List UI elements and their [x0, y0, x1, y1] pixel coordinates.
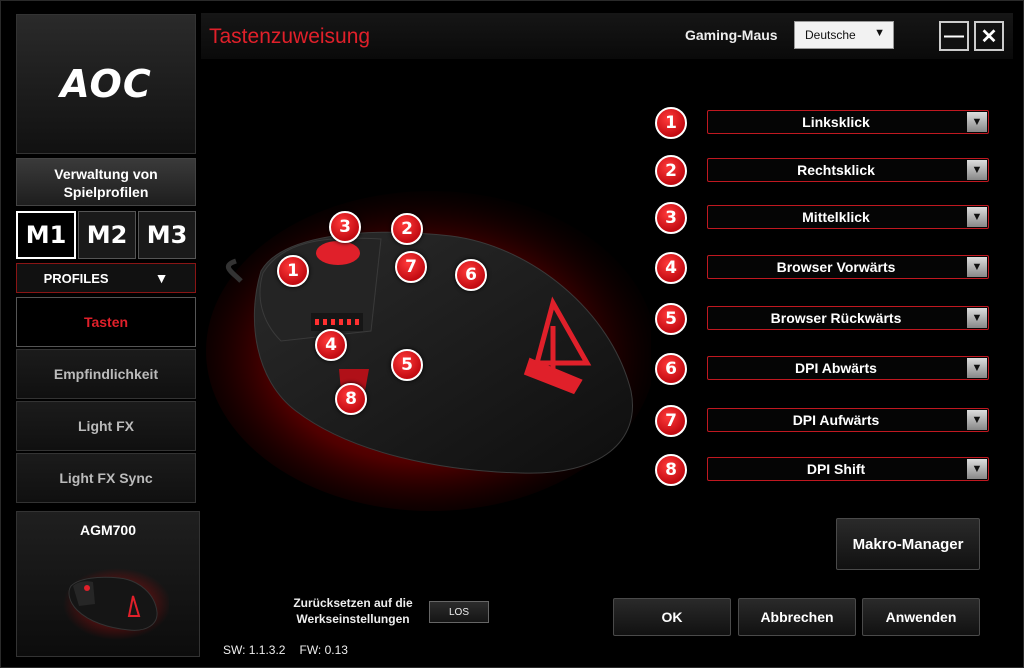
triangle-down-icon: ▼ — [154, 270, 169, 286]
callout-badge-1: 1 — [277, 255, 309, 287]
assignment-badge-7: 7 — [655, 405, 687, 437]
triangle-down-icon: ▼ — [967, 308, 987, 328]
close-button[interactable]: ✕ — [974, 21, 1004, 51]
assignment-value: Browser Vorwärts — [776, 259, 896, 275]
version-info: SW: 1.1.3.2 FW: 0.13 — [223, 643, 348, 657]
callout-badge-7: 7 — [395, 251, 427, 283]
assignment-select-7[interactable]: DPI Aufwärts ▼ — [707, 408, 989, 432]
callout-badge-8: 8 — [335, 383, 367, 415]
tab-m2[interactable]: M2 — [78, 211, 136, 259]
sidebar-item-sensitivity[interactable]: Empfindlichkeit — [16, 349, 196, 399]
factory-reset-button[interactable]: LOS — [429, 601, 489, 623]
assignment-badge-5: 5 — [655, 303, 687, 335]
assignment-select-3[interactable]: Mittelklick ▼ — [707, 205, 989, 229]
profiles-dropdown-label: PROFILES — [43, 270, 109, 286]
callout-badge-4: 4 — [315, 329, 347, 361]
assignment-badge-1: 1 — [655, 107, 687, 139]
sidebar-item-buttons[interactable]: Tasten — [16, 297, 196, 347]
assignment-select-8[interactable]: DPI Shift ▼ — [707, 457, 989, 481]
callout-badge-6: 6 — [455, 259, 487, 291]
triangle-down-icon: ▼ — [967, 358, 987, 378]
assignment-value: Rechtsklick — [797, 162, 875, 178]
firmware-version: FW: 0.13 — [299, 643, 348, 657]
cancel-button[interactable]: Abbrechen — [738, 598, 856, 636]
assignment-value: Mittelklick — [802, 209, 870, 225]
triangle-down-icon: ▼ — [967, 160, 987, 180]
assignment-badge-6: 6 — [655, 353, 687, 385]
language-select-value: Deutsche — [805, 28, 856, 42]
language-select[interactable]: Deutsche ▼ — [794, 21, 894, 49]
assignment-value: DPI Shift — [806, 461, 866, 477]
software-version: SW: 1.1.3.2 — [223, 643, 286, 657]
assignment-badge-8: 8 — [655, 454, 687, 486]
sidebar-item-light-fx[interactable]: Light FX — [16, 401, 196, 451]
triangle-down-icon: ▼ — [967, 112, 987, 132]
triangle-down-icon: ▼ — [967, 207, 987, 227]
triangle-down-icon: ▼ — [967, 257, 987, 277]
aoc-logo: AOC — [16, 14, 196, 154]
ok-button[interactable]: OK — [613, 598, 731, 636]
assignment-select-5[interactable]: Browser Rückwärts ▼ — [707, 306, 989, 330]
title-bar: Tastenzuweisung Gaming-Maus Deutsche ▼ —… — [201, 13, 1013, 59]
assignment-value: Linksklick — [802, 114, 870, 130]
tab-m3[interactable]: M3 — [138, 211, 196, 259]
factory-reset-label: Zurücksetzen auf die Werkseinstellungen — [293, 596, 413, 626]
assignment-value: DPI Aufwärts — [792, 412, 880, 428]
assignment-select-2[interactable]: Rechtsklick ▼ — [707, 158, 989, 182]
macro-manager-button[interactable]: Makro-Manager — [836, 518, 980, 570]
assignment-value: DPI Abwärts — [795, 360, 877, 376]
assignment-badge-4: 4 — [655, 252, 687, 284]
profile-management-title: Verwaltung von Spielprofilen — [16, 158, 196, 206]
assignment-value: Browser Rückwärts — [770, 310, 902, 326]
tab-m1[interactable]: M1 — [16, 211, 76, 259]
callout-badge-3: 3 — [329, 211, 361, 243]
sidebar-item-label: Light FX — [78, 418, 134, 434]
device-type-label: Gaming-Maus — [685, 27, 778, 43]
sidebar-item-light-fx-sync[interactable]: Light FX Sync — [16, 453, 196, 503]
device-panel[interactable]: AGM700 — [16, 511, 200, 657]
callout-badge-2: 2 — [391, 213, 423, 245]
assignment-select-6[interactable]: DPI Abwärts ▼ — [707, 356, 989, 380]
callout-badge-5: 5 — [391, 349, 423, 381]
triangle-down-icon: ▼ — [967, 459, 987, 479]
minimize-button[interactable]: — — [939, 21, 969, 51]
chevron-down-icon: ▼ — [874, 27, 885, 39]
app-window: AOC Verwaltung von Spielprofilen M1 M2 M… — [0, 0, 1024, 668]
device-thumbnail-image — [63, 568, 169, 640]
memory-tabs: M1 M2 M3 — [16, 211, 196, 259]
page-title: Tastenzuweisung — [209, 25, 371, 48]
sidebar-item-label: Light FX Sync — [59, 470, 153, 486]
triangle-down-icon: ▼ — [967, 410, 987, 430]
mouse-illustration — [206, 191, 651, 511]
device-name: AGM700 — [79, 522, 137, 538]
logo-text: AOC — [60, 62, 152, 106]
profiles-dropdown[interactable]: PROFILES ▼ — [16, 263, 196, 293]
sidebar-item-label: Tasten — [83, 314, 129, 330]
sidebar-item-label: Empfindlichkeit — [53, 366, 159, 382]
assignment-badge-3: 3 — [655, 202, 687, 234]
assignment-select-4[interactable]: Browser Vorwärts ▼ — [707, 255, 989, 279]
assignment-badge-2: 2 — [655, 155, 687, 187]
assignment-select-1[interactable]: Linksklick ▼ — [707, 110, 989, 134]
apply-button[interactable]: Anwenden — [862, 598, 980, 636]
